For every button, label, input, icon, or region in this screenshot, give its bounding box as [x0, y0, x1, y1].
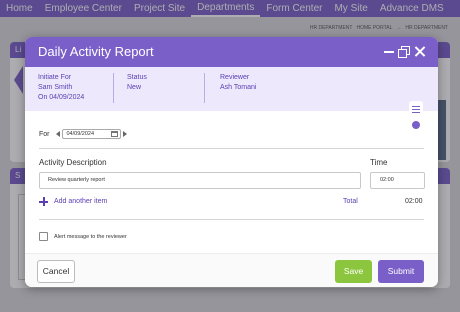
cancel-button[interactable]: Cancel [37, 260, 75, 283]
arrow-left-icon[interactable] [55, 131, 60, 137]
alert-reviewer-option: Alert message to the reviewer [39, 232, 127, 241]
activity-description-input[interactable]: Review quarterly report [39, 172, 361, 189]
date-picker[interactable]: 04/09/2024 [61, 129, 121, 139]
initiate-name: Sam Smith [38, 84, 73, 91]
status-info: Status New [127, 73, 147, 93]
add-item-label: Add another item [54, 198, 108, 205]
dot-icon[interactable] [412, 121, 420, 129]
daily-activity-modal: Daily Activity Report Initiate For Sam S… [25, 37, 438, 287]
divider [39, 148, 424, 149]
initiate-label: Initiate For [38, 74, 72, 81]
close-icon[interactable] [414, 45, 427, 58]
divider [39, 219, 424, 220]
alert-checkbox[interactable] [39, 232, 48, 241]
status-label: Status [127, 74, 147, 81]
modal-title: Daily Activity Report [38, 44, 154, 59]
status-value: New [127, 84, 142, 91]
alert-label: Alert message to the reviewer [54, 233, 127, 240]
for-date-row: For 04/09/2024 [39, 128, 127, 140]
calendar-icon[interactable] [110, 131, 118, 137]
divider [204, 73, 205, 103]
menu-icon[interactable] [412, 106, 420, 113]
date-value: 04/09/2024 [66, 131, 95, 137]
total-label: Total [343, 198, 358, 205]
reviewer-label: Reviewer [220, 74, 250, 81]
save-button[interactable]: Save [335, 260, 372, 283]
add-item-button[interactable]: Add another item [39, 197, 107, 206]
initiate-date: On 04/09/2024 [38, 94, 85, 101]
reviewer-value: Ash Tomani [220, 84, 257, 91]
time-header: Time [370, 158, 388, 167]
modal-footer: Cancel Save Submit [25, 253, 438, 287]
plus-icon [39, 197, 48, 206]
minimize-icon[interactable] [383, 45, 396, 58]
total-value: 02:00 [405, 198, 423, 205]
submit-button[interactable]: Submit [378, 260, 424, 283]
time-input[interactable]: 02:00 [370, 172, 425, 189]
modal-header: Daily Activity Report [25, 37, 438, 67]
activity-description-header: Activity Description [39, 158, 107, 167]
reviewer-info: Reviewer Ash Tomani [220, 73, 256, 93]
divider [113, 73, 114, 103]
arrow-right-icon[interactable] [122, 131, 127, 137]
initiate-for: Initiate For Sam Smith On 04/09/2024 [38, 73, 84, 103]
restore-icon[interactable] [398, 45, 411, 58]
for-label: For [39, 130, 50, 138]
request-info: Initiate For Sam Smith On 04/09/2024 Sta… [25, 67, 438, 135]
side-tools [409, 101, 423, 135]
